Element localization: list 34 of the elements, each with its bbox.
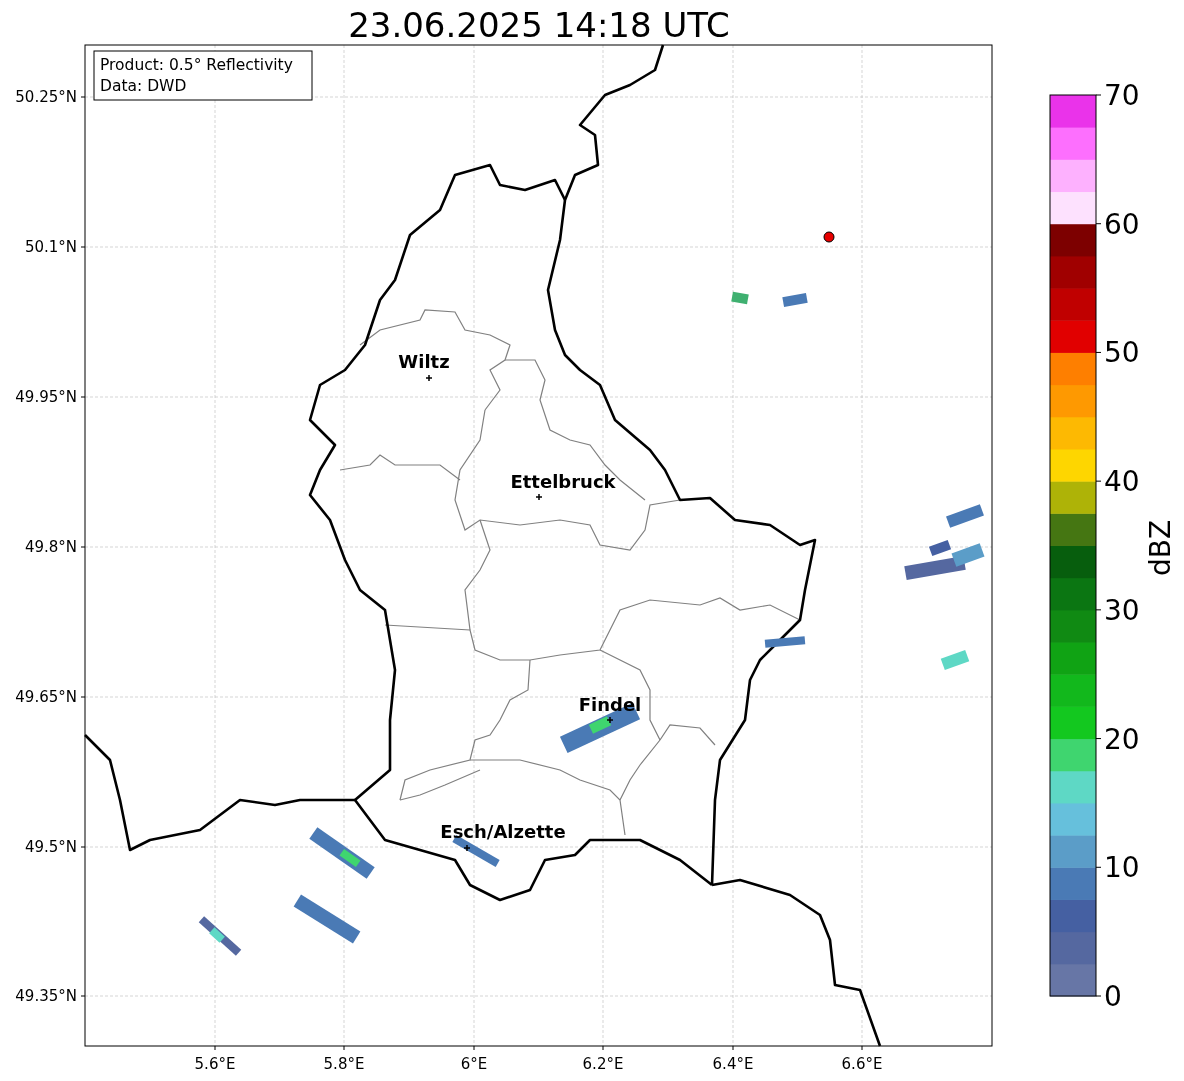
colorbar-tick-label: 50 [1104,336,1140,370]
axis-tick-label: 5.8°E [323,1055,365,1073]
colorbar-tick-label: 60 [1104,207,1140,241]
axis-tick-label: 50.25°N [15,88,77,106]
info-text: Product: 0.5° Reflectivity [100,56,293,74]
city-marker-icon [535,493,543,501]
colorbar-label: dBZ [1144,519,1177,577]
city-marker-icon [463,844,471,852]
city-marker-icon [606,716,614,724]
axis-tick-label: 5.6°E [194,1055,236,1073]
city-label: Findel [578,694,642,715]
colorbar-tick-label: 0 [1104,980,1122,1013]
axis-tick-label: 6.2°E [582,1055,624,1073]
city-marker-icon [425,374,433,382]
axis-tick-label: 49.65°N [15,688,77,706]
city-label: Ettelbruck [510,471,616,492]
colorbar-tick-label: 10 [1104,851,1140,885]
chart-title: 23.06.2025 14:18 UTC [348,5,730,45]
axis-tick-label: 49.5°N [24,838,77,856]
colorbar-tick-label: 40 [1104,465,1140,499]
axis-tick-label: 6.6°E [841,1055,883,1073]
colorbar-tick-label: 70 [1104,79,1140,112]
colorbar-tick-label: 30 [1104,593,1140,627]
axis-tick-label: 6°E [460,1055,488,1073]
axis-tick-label: 49.95°N [15,388,77,406]
city-label: Esch/Alzette [440,821,566,842]
radar-site-marker [823,231,835,243]
info-text: Data: DWD [100,77,187,95]
city-label: Wiltz [398,351,450,372]
axis-tick-label: 50.1°N [24,238,77,256]
axis-tick-label: 49.8°N [24,538,77,556]
colorbar-tick-label: 20 [1104,722,1140,756]
axis-tick-label: 49.35°N [15,987,77,1005]
axis-tick-label: 6.4°E [712,1055,754,1073]
